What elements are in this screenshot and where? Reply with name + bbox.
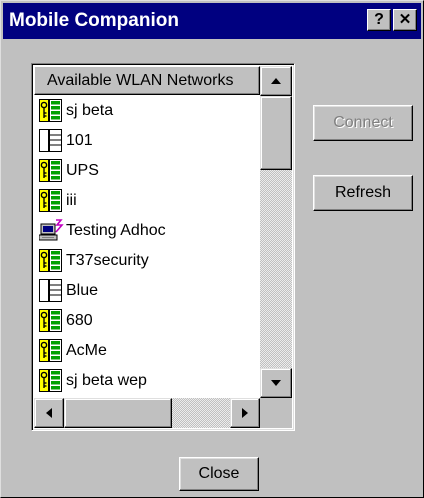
help-button[interactable]: ? — [367, 9, 391, 31]
network-name: AcMe — [66, 342, 107, 359]
arrow-left-icon — [46, 408, 52, 418]
connect-button[interactable]: Connect — [313, 105, 413, 141]
list-item[interactable]: Blue — [34, 276, 260, 306]
list-item[interactable]: sj beta — [34, 96, 260, 126]
secure-network-icon — [39, 249, 65, 273]
scroll-up-button[interactable] — [260, 66, 292, 96]
horizontal-scrollbar[interactable] — [34, 398, 292, 428]
list-item[interactable]: UPS — [34, 156, 260, 186]
network-name: sj beta wep — [66, 372, 147, 389]
vertical-scroll-thumb[interactable] — [260, 96, 292, 170]
column-header-available-networks[interactable]: Available WLAN Networks — [34, 66, 260, 95]
close-button[interactable]: Close — [179, 457, 259, 491]
list-item[interactable]: AcMe — [34, 336, 260, 366]
network-name: 101 — [66, 132, 93, 149]
horizontal-scroll-thumb[interactable] — [64, 398, 172, 428]
refresh-button[interactable]: Refresh — [313, 175, 413, 211]
networks-list[interactable]: Available WLAN Networks sj beta 101 UPS iii… — [31, 63, 295, 431]
list-item[interactable]: 680 — [34, 306, 260, 336]
list-item[interactable]: Testing Adhoc — [34, 216, 260, 246]
scroll-right-button[interactable] — [230, 398, 260, 428]
close-window-button[interactable]: ✕ — [393, 9, 417, 31]
network-name: iii — [66, 192, 77, 209]
arrow-down-icon — [271, 380, 281, 386]
network-name: sj beta — [66, 102, 114, 119]
secure-network-icon — [39, 99, 65, 123]
open-network-icon — [39, 129, 65, 153]
networks-rows: sj beta 101 UPS iii Testing Adhoc T37security… — [34, 96, 260, 396]
scroll-down-button[interactable] — [260, 368, 292, 398]
scroll-left-button[interactable] — [34, 398, 64, 428]
adhoc-computer-icon — [38, 219, 65, 243]
secure-network-icon — [39, 189, 65, 213]
list-item[interactable]: iii — [34, 186, 260, 216]
network-name: Blue — [66, 282, 99, 299]
secure-network-icon — [39, 309, 65, 333]
open-network-icon — [39, 279, 65, 303]
secure-network-icon — [39, 339, 65, 363]
window-title: Mobile Companion — [9, 10, 179, 31]
network-name: UPS — [66, 162, 99, 179]
arrow-up-icon — [271, 78, 281, 84]
list-item[interactable]: sj beta wep — [34, 366, 260, 396]
mobile-companion-window: Mobile Companion ? ✕ Available WLAN Netw… — [0, 0, 424, 498]
network-name: Testing Adhoc — [66, 222, 166, 239]
title-bar[interactable]: Mobile Companion ? ✕ — [3, 3, 421, 39]
secure-network-icon — [39, 159, 65, 183]
list-item[interactable]: T37security — [34, 246, 260, 276]
network-name: T37security — [66, 252, 149, 269]
secure-network-icon — [39, 369, 65, 393]
list-item[interactable]: 101 — [34, 126, 260, 156]
arrow-right-icon — [242, 408, 248, 418]
vertical-scrollbar[interactable] — [260, 66, 292, 398]
scrollbar-corner — [260, 398, 292, 428]
network-name: 680 — [66, 312, 93, 329]
